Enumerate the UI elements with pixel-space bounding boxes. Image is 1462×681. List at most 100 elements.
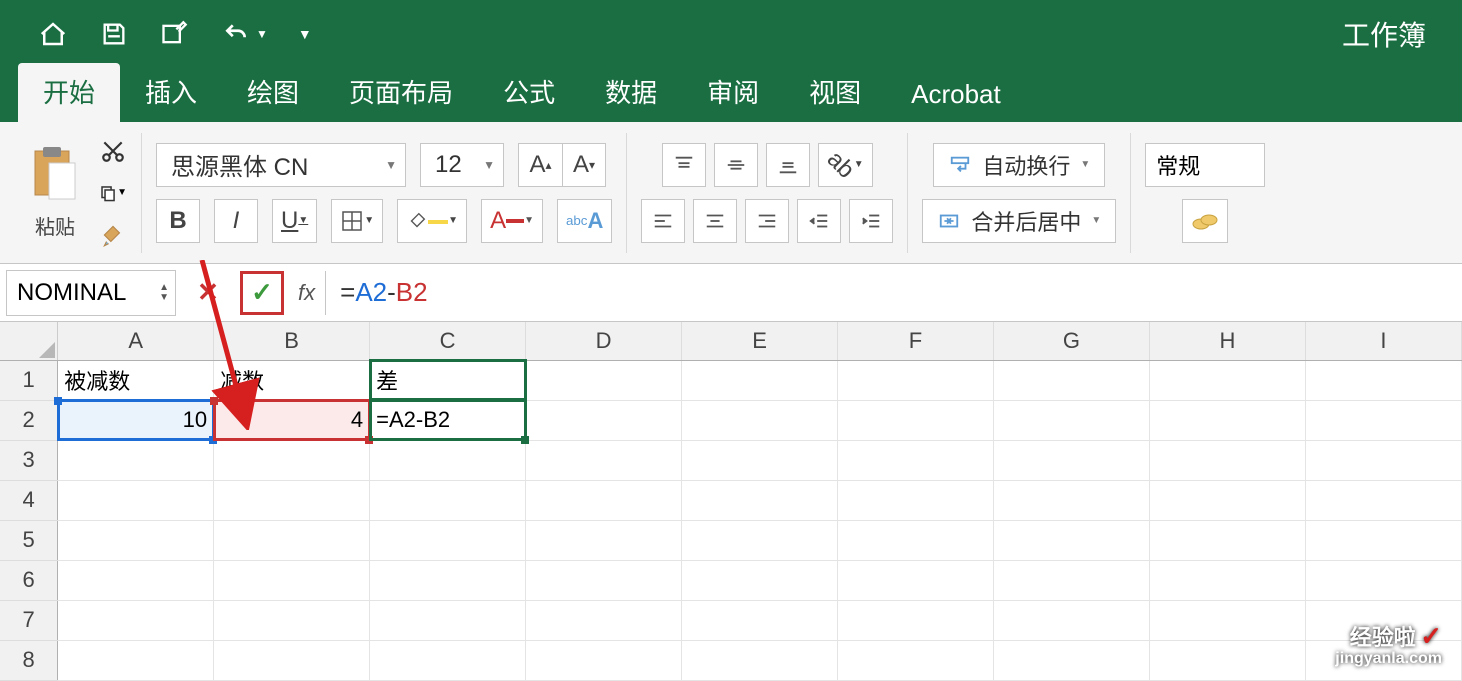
col-head-g[interactable]: G bbox=[994, 322, 1150, 360]
tab-insert[interactable]: 插入 bbox=[120, 63, 222, 122]
col-head-e[interactable]: E bbox=[682, 322, 838, 360]
row-head-3[interactable]: 3 bbox=[0, 440, 58, 480]
select-all-corner[interactable] bbox=[0, 322, 58, 360]
col-head-i[interactable]: I bbox=[1305, 322, 1461, 360]
increase-font-button[interactable]: A▴ bbox=[518, 143, 562, 187]
row-head-4[interactable]: 4 bbox=[0, 480, 58, 520]
col-head-f[interactable]: F bbox=[838, 322, 994, 360]
fx-icon[interactable]: fx bbox=[298, 271, 326, 315]
home-icon[interactable] bbox=[36, 19, 70, 49]
tab-home[interactable]: 开始 bbox=[18, 63, 120, 122]
cell-f2[interactable] bbox=[838, 400, 994, 440]
align-bottom-button[interactable] bbox=[766, 143, 810, 187]
align-left-button[interactable] bbox=[641, 199, 685, 243]
bold-button[interactable]: B bbox=[156, 199, 200, 243]
fill-color-button[interactable]: ▼ bbox=[397, 199, 467, 243]
col-head-a[interactable]: A bbox=[58, 322, 214, 360]
copy-icon[interactable]: ▼ bbox=[99, 179, 127, 207]
cell-b2[interactable]: 4 bbox=[214, 400, 370, 440]
cell-a2[interactable]: 10 bbox=[58, 400, 214, 440]
name-box-value: NOMINAL bbox=[17, 279, 126, 307]
row-head-1[interactable]: 1 bbox=[0, 360, 58, 400]
align-middle-button[interactable] bbox=[714, 143, 758, 187]
col-head-b[interactable]: B bbox=[214, 322, 370, 360]
spreadsheet-grid: A B C D E F G H I 1 被减数 减数 差 2 10 4 =A2-… bbox=[0, 322, 1462, 681]
font-color-button[interactable]: A ▼ bbox=[481, 199, 543, 243]
orientation-button[interactable]: ab ▼ bbox=[818, 143, 873, 187]
cell-b1[interactable]: 减数 bbox=[214, 360, 370, 400]
watermark: 经验啦 ✓ jingyanla.com bbox=[1335, 627, 1442, 668]
titlebar: ▼ ▼ 工作簿 bbox=[0, 0, 1462, 68]
alignment-group: ab ▼ bbox=[627, 133, 908, 253]
col-head-d[interactable]: D bbox=[526, 322, 682, 360]
cell-c2[interactable]: =A2-B2 bbox=[370, 400, 526, 440]
cut-icon[interactable] bbox=[99, 137, 127, 165]
paste-label: 粘贴 bbox=[35, 211, 75, 240]
cell-d1[interactable] bbox=[526, 360, 682, 400]
align-right-button[interactable] bbox=[745, 199, 789, 243]
paste-icon[interactable] bbox=[29, 145, 81, 203]
merge-center-label: 合并后居中 bbox=[971, 205, 1081, 237]
wrap-text-button[interactable]: 自动换行 ▼ bbox=[933, 143, 1105, 187]
wrap-text-label: 自动换行 bbox=[982, 149, 1070, 181]
formula-bar: NOMINAL ▲▼ ✕ ✓ fx =A2-B2 bbox=[0, 264, 1462, 322]
edit-icon[interactable] bbox=[158, 20, 190, 48]
font-size-combo[interactable]: 12 ▼ bbox=[420, 143, 504, 187]
col-head-h[interactable]: H bbox=[1149, 322, 1305, 360]
align-top-button[interactable] bbox=[662, 143, 706, 187]
cell-i2[interactable] bbox=[1305, 400, 1461, 440]
decrease-font-button[interactable]: A▾ bbox=[562, 143, 606, 187]
row-head-7[interactable]: 7 bbox=[0, 600, 58, 640]
cancel-formula-button[interactable]: ✕ bbox=[186, 271, 230, 315]
tab-draw[interactable]: 绘图 bbox=[222, 63, 324, 122]
underline-button[interactable]: U ▼ bbox=[272, 199, 317, 243]
phonetic-button[interactable]: abcA bbox=[557, 199, 612, 243]
col-head-c[interactable]: C bbox=[370, 322, 526, 360]
number-format-value: 常规 bbox=[1156, 149, 1200, 181]
cell-h1[interactable] bbox=[1149, 360, 1305, 400]
clipboard-group: 粘贴 ▼ bbox=[15, 133, 142, 253]
cell-c1[interactable]: 差 bbox=[370, 360, 526, 400]
merge-center-button[interactable]: 合并后居中 ▼ bbox=[922, 199, 1116, 243]
ribbon-tabs: 开始 插入 绘图 页面布局 公式 数据 审阅 视图 Acrobat bbox=[0, 68, 1462, 122]
decrease-indent-button[interactable] bbox=[797, 199, 841, 243]
tab-page-layout[interactable]: 页面布局 bbox=[324, 63, 478, 122]
confirm-formula-button[interactable]: ✓ bbox=[240, 271, 284, 315]
name-box-stepper[interactable]: ▲▼ bbox=[159, 283, 169, 303]
format-painter-icon[interactable] bbox=[99, 221, 127, 249]
tab-formulas[interactable]: 公式 bbox=[478, 63, 580, 122]
row-head-8[interactable]: 8 bbox=[0, 640, 58, 680]
italic-button[interactable]: I bbox=[214, 199, 258, 243]
currency-button[interactable] bbox=[1182, 199, 1228, 243]
align-center-button[interactable] bbox=[693, 199, 737, 243]
row-head-6[interactable]: 6 bbox=[0, 560, 58, 600]
document-title: 工作簿 bbox=[1342, 14, 1426, 54]
number-format-combo[interactable]: 常规 bbox=[1145, 143, 1265, 187]
tab-view[interactable]: 视图 bbox=[784, 63, 886, 122]
undo-icon[interactable]: ▼ bbox=[220, 21, 268, 47]
customize-qat-icon[interactable]: ▼ bbox=[298, 26, 312, 42]
cell-e2[interactable] bbox=[682, 400, 838, 440]
number-group: 常规 bbox=[1131, 133, 1279, 253]
save-icon[interactable] bbox=[100, 20, 128, 48]
cell-h2[interactable] bbox=[1149, 400, 1305, 440]
cell-a1[interactable]: 被减数 bbox=[58, 360, 214, 400]
cell-i1[interactable] bbox=[1305, 360, 1461, 400]
borders-button[interactable]: ▼ bbox=[331, 199, 383, 243]
row-head-2[interactable]: 2 bbox=[0, 400, 58, 440]
increase-indent-button[interactable] bbox=[849, 199, 893, 243]
formula-input[interactable]: =A2-B2 bbox=[326, 277, 1462, 309]
cell-g1[interactable] bbox=[994, 360, 1150, 400]
wrap-merge-group: 自动换行 ▼ 合并后居中 ▼ bbox=[908, 133, 1131, 253]
cell-f1[interactable] bbox=[838, 360, 994, 400]
name-box[interactable]: NOMINAL ▲▼ bbox=[6, 270, 176, 316]
cell-e1[interactable] bbox=[682, 360, 838, 400]
tab-acrobat[interactable]: Acrobat bbox=[886, 69, 1026, 122]
tab-review[interactable]: 审阅 bbox=[682, 63, 784, 122]
row-head-5[interactable]: 5 bbox=[0, 520, 58, 560]
cell-d2[interactable] bbox=[526, 400, 682, 440]
font-name-combo[interactable]: 思源黑体 CN ▼ bbox=[156, 143, 406, 187]
font-group: 思源黑体 CN ▼ 12 ▼ A▴ A▾ B I U ▼ ▼ ▼ A ▼ abc… bbox=[142, 133, 627, 253]
cell-g2[interactable] bbox=[994, 400, 1150, 440]
tab-data[interactable]: 数据 bbox=[580, 63, 682, 122]
